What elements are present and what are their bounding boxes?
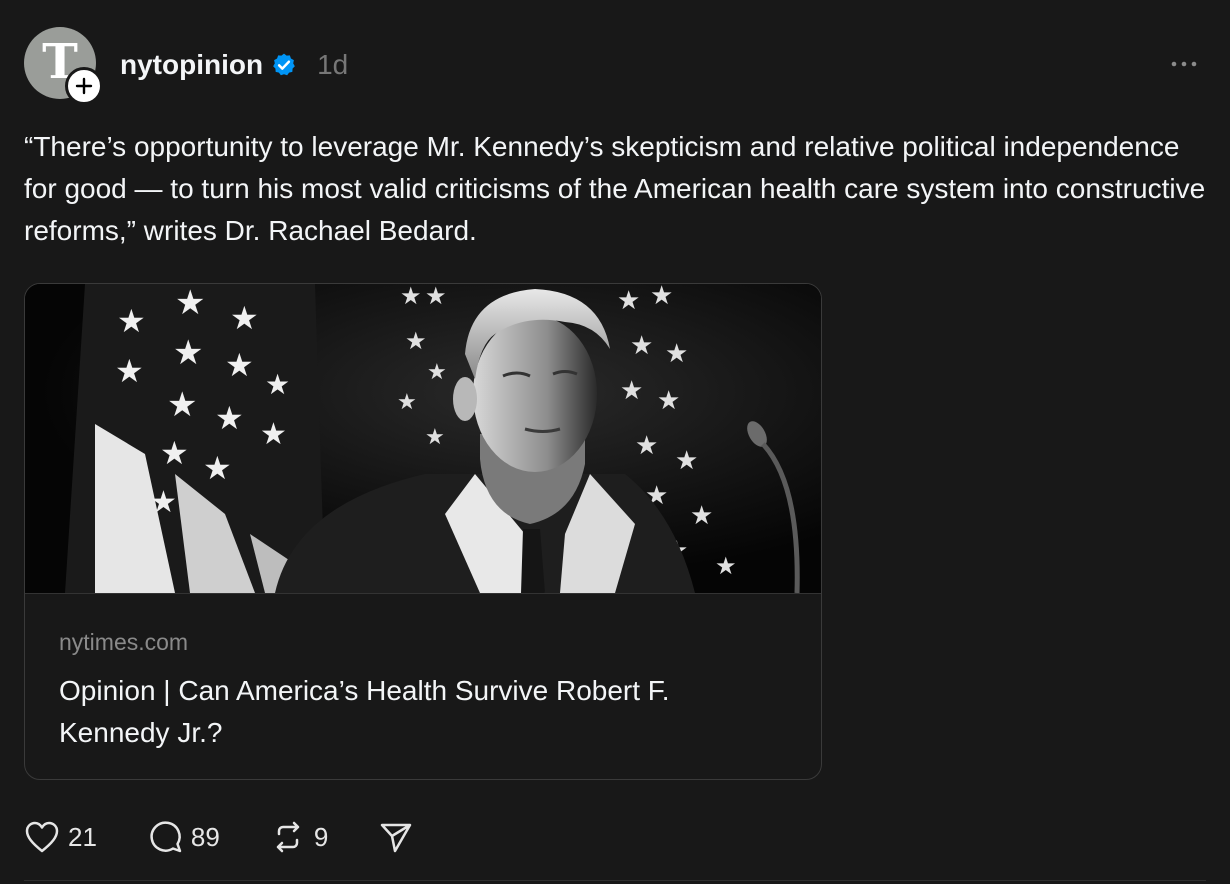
- follow-button[interactable]: [65, 67, 103, 105]
- send-icon: [381, 823, 412, 853]
- svg-text:★: ★: [175, 284, 205, 322]
- repost-count: 9: [313, 821, 329, 852]
- svg-text:★: ★: [635, 430, 658, 460]
- svg-text:★: ★: [427, 359, 447, 384]
- card-divider: [25, 593, 821, 594]
- svg-text:★: ★: [260, 418, 287, 451]
- post-timestamp: 1d: [317, 49, 349, 80]
- heart-icon: [25, 821, 59, 853]
- plus-icon: [75, 77, 93, 95]
- svg-text:★: ★: [167, 386, 197, 424]
- repost-button[interactable]: 9: [270, 819, 328, 855]
- svg-text:★: ★: [397, 389, 417, 414]
- svg-text:★: ★: [400, 284, 422, 310]
- svg-text:★: ★: [173, 334, 203, 372]
- comment-button[interactable]: 89: [147, 819, 220, 855]
- svg-text:★: ★: [425, 284, 447, 310]
- svg-text:★: ★: [675, 445, 698, 475]
- svg-text:★: ★: [665, 338, 688, 368]
- verified-badge-icon: [271, 52, 297, 78]
- share-button[interactable]: [378, 819, 414, 855]
- repost-icon: [276, 821, 300, 853]
- svg-text:★: ★: [115, 353, 144, 389]
- post-header: nytopinion 1d: [120, 44, 348, 86]
- svg-text:★: ★: [690, 500, 713, 530]
- comment-count: 89: [190, 821, 220, 852]
- svg-text:★: ★: [425, 424, 445, 449]
- svg-text:★: ★: [160, 435, 189, 471]
- svg-text:★: ★: [617, 285, 640, 315]
- svg-text:★: ★: [215, 400, 244, 436]
- post-separator: [24, 880, 1206, 881]
- link-preview-card[interactable]: ★ ★ ★ ★ ★ ★ ★ ★ ★ ★ ★ ★ ★ ★ ★ ★ ★ ★ ★ ★ ★ ★ ★ ★ ★ ★ ★ …: [24, 283, 822, 780]
- more-horizontal-icon: [1171, 61, 1197, 67]
- like-button[interactable]: 21: [24, 820, 97, 854]
- link-domain: nytimes.com: [59, 629, 189, 655]
- username[interactable]: nytopinion: [120, 49, 263, 81]
- post-text: “There’s opportunity to leverage Mr. Ken…: [24, 131, 1206, 246]
- svg-text:★: ★: [265, 369, 290, 400]
- like-count: 21: [68, 821, 97, 852]
- svg-text:★: ★: [150, 486, 177, 519]
- svg-text:★: ★: [715, 553, 737, 580]
- svg-text:★: ★: [620, 375, 643, 405]
- more-options-button[interactable]: [1168, 48, 1200, 80]
- post-actions: 21 89 9: [24, 814, 464, 860]
- svg-text:★: ★: [405, 328, 427, 355]
- svg-text:★: ★: [117, 303, 146, 339]
- left-flag: ★ ★ ★ ★ ★ ★ ★ ★ ★ ★ ★ ★ ★: [65, 284, 325, 593]
- svg-text:★: ★: [657, 385, 680, 415]
- link-preview-image[interactable]: ★ ★ ★ ★ ★ ★ ★ ★ ★ ★ ★ ★ ★ ★ ★ ★ ★ ★ ★ ★ ★ ★ ★ ★ ★ ★ ★ …: [25, 284, 821, 593]
- svg-text:★: ★: [630, 330, 653, 360]
- svg-text:★: ★: [225, 347, 254, 383]
- svg-text:★: ★: [650, 284, 673, 310]
- link-title[interactable]: Opinion | Can America’s Health Survive R…: [59, 670, 779, 754]
- svg-text:★: ★: [203, 450, 232, 486]
- comment-bubble-icon: [150, 821, 182, 853]
- svg-text:★: ★: [230, 300, 259, 336]
